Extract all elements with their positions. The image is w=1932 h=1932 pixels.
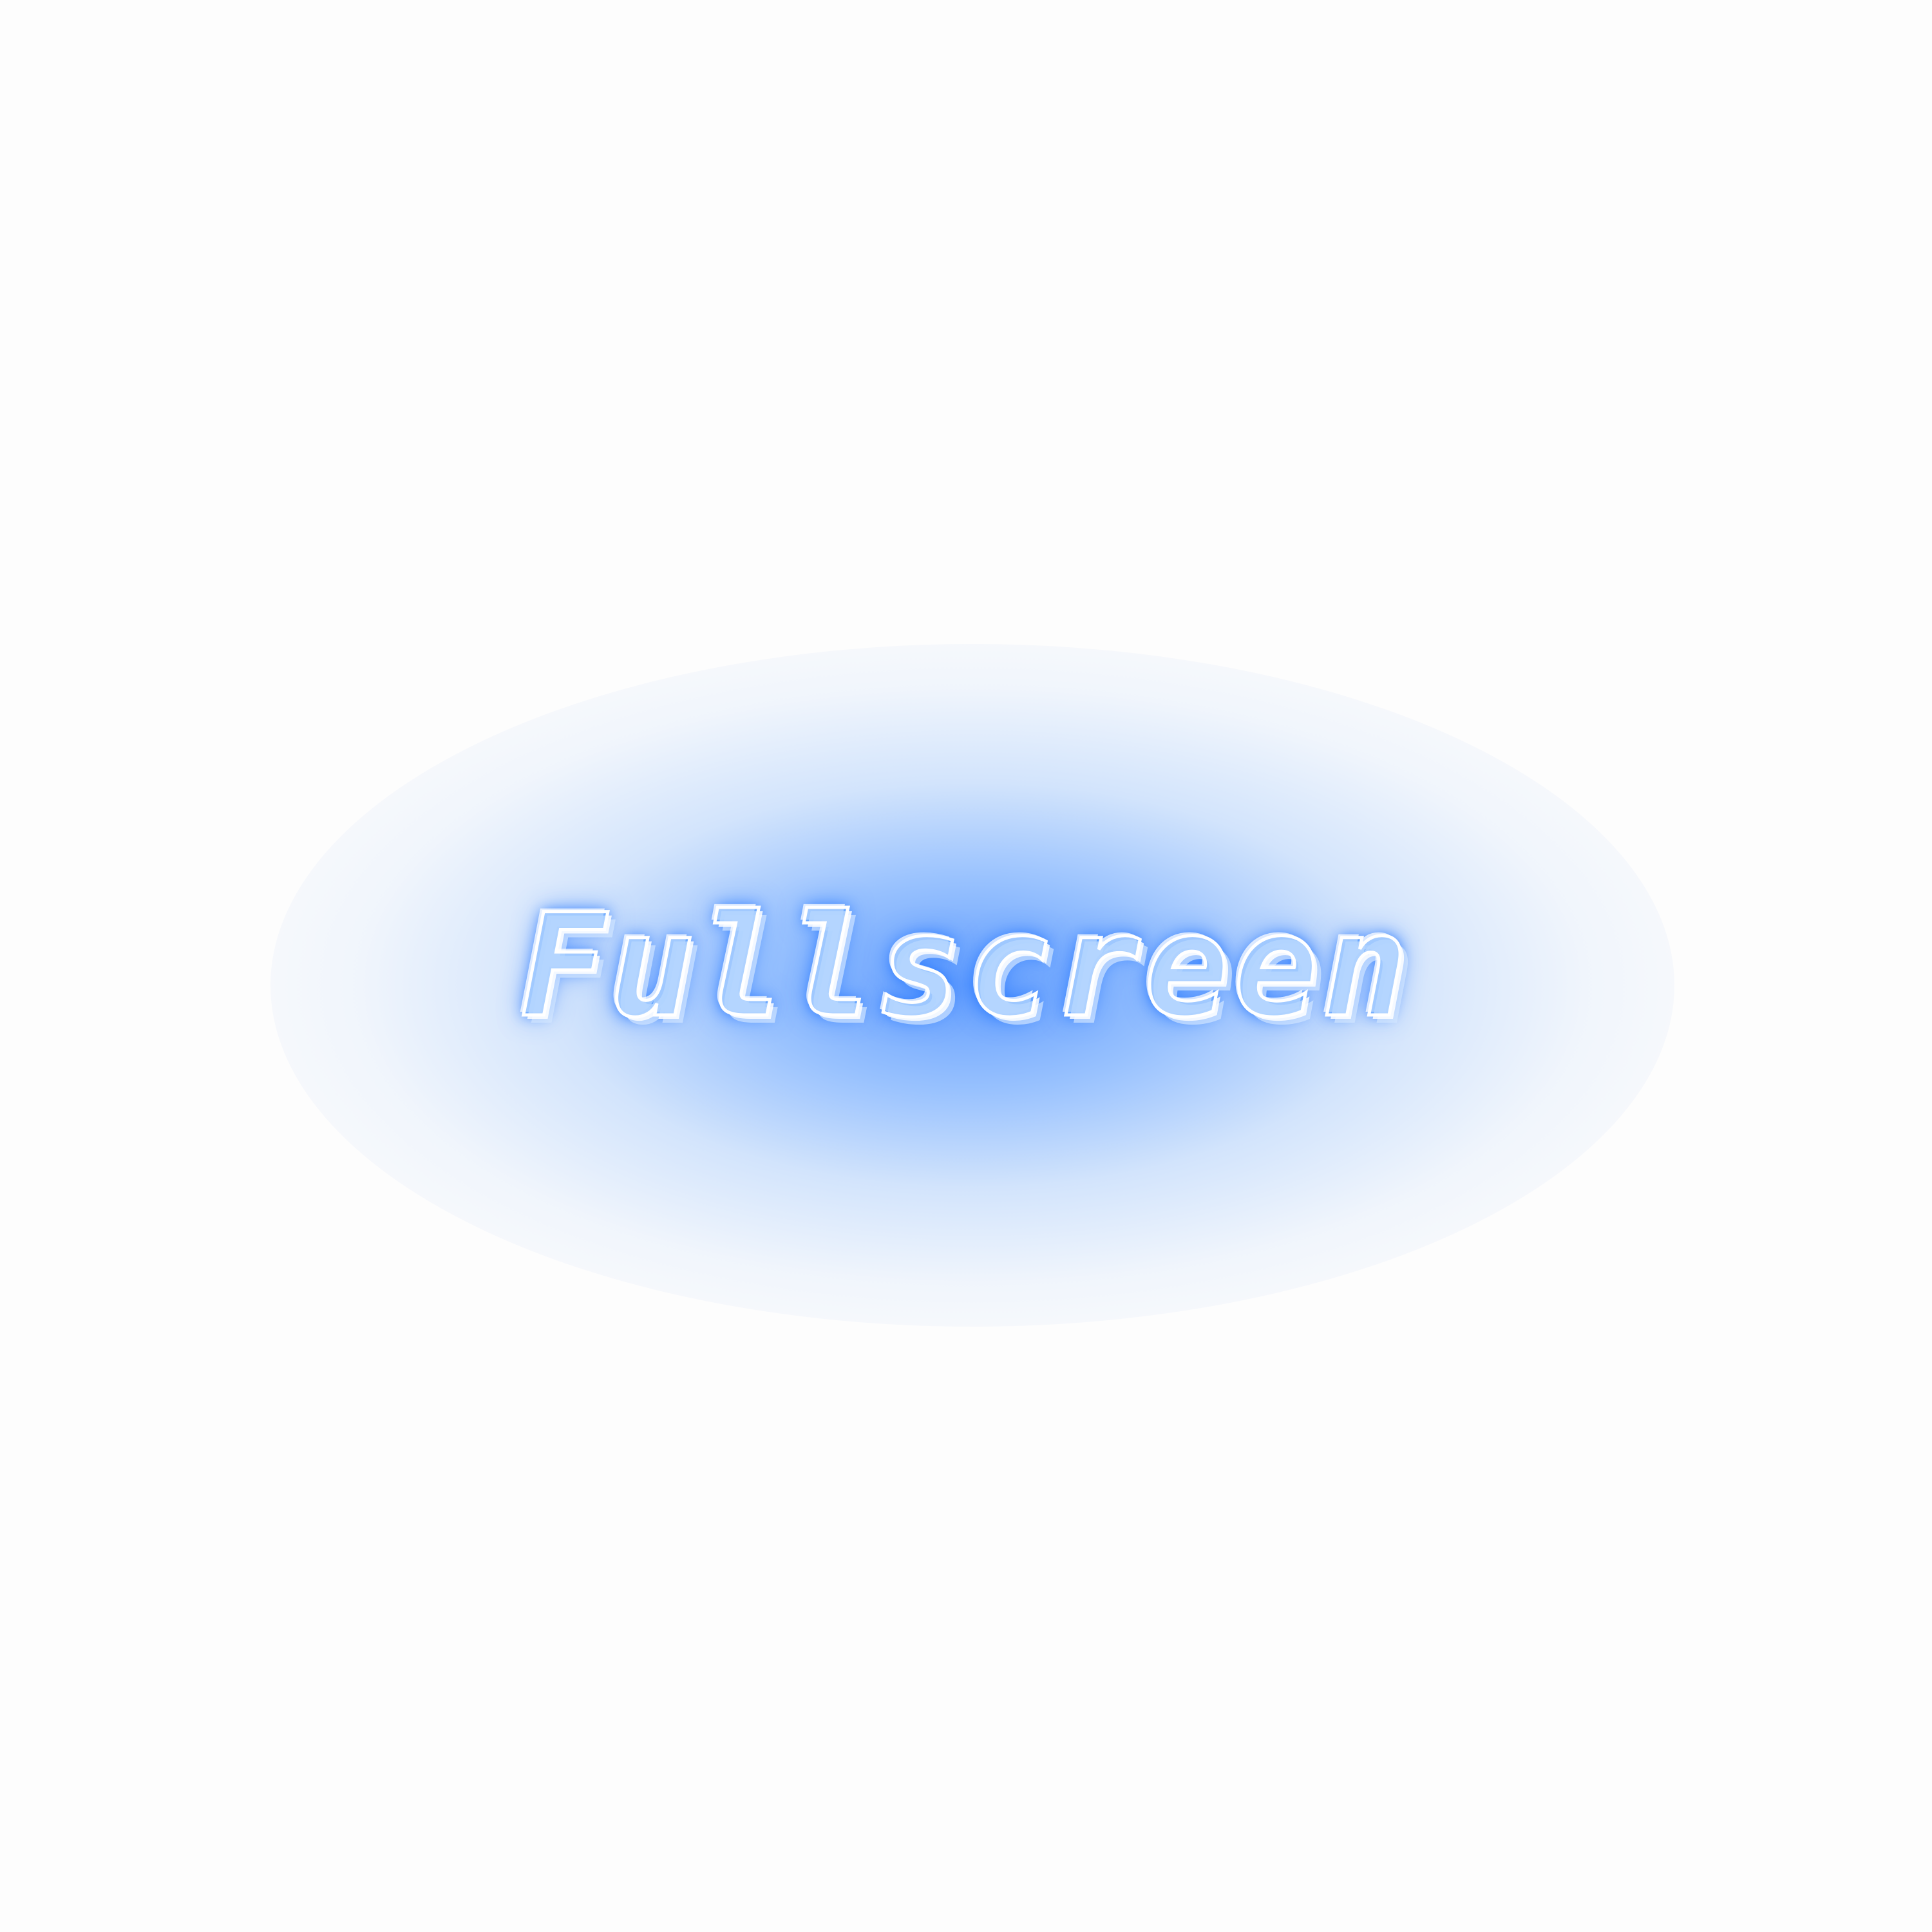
fullscreen-label[interactable]: Fullscreen xyxy=(0,894,1932,1039)
fullscreen-splash: Fullscreen xyxy=(0,0,1932,1932)
